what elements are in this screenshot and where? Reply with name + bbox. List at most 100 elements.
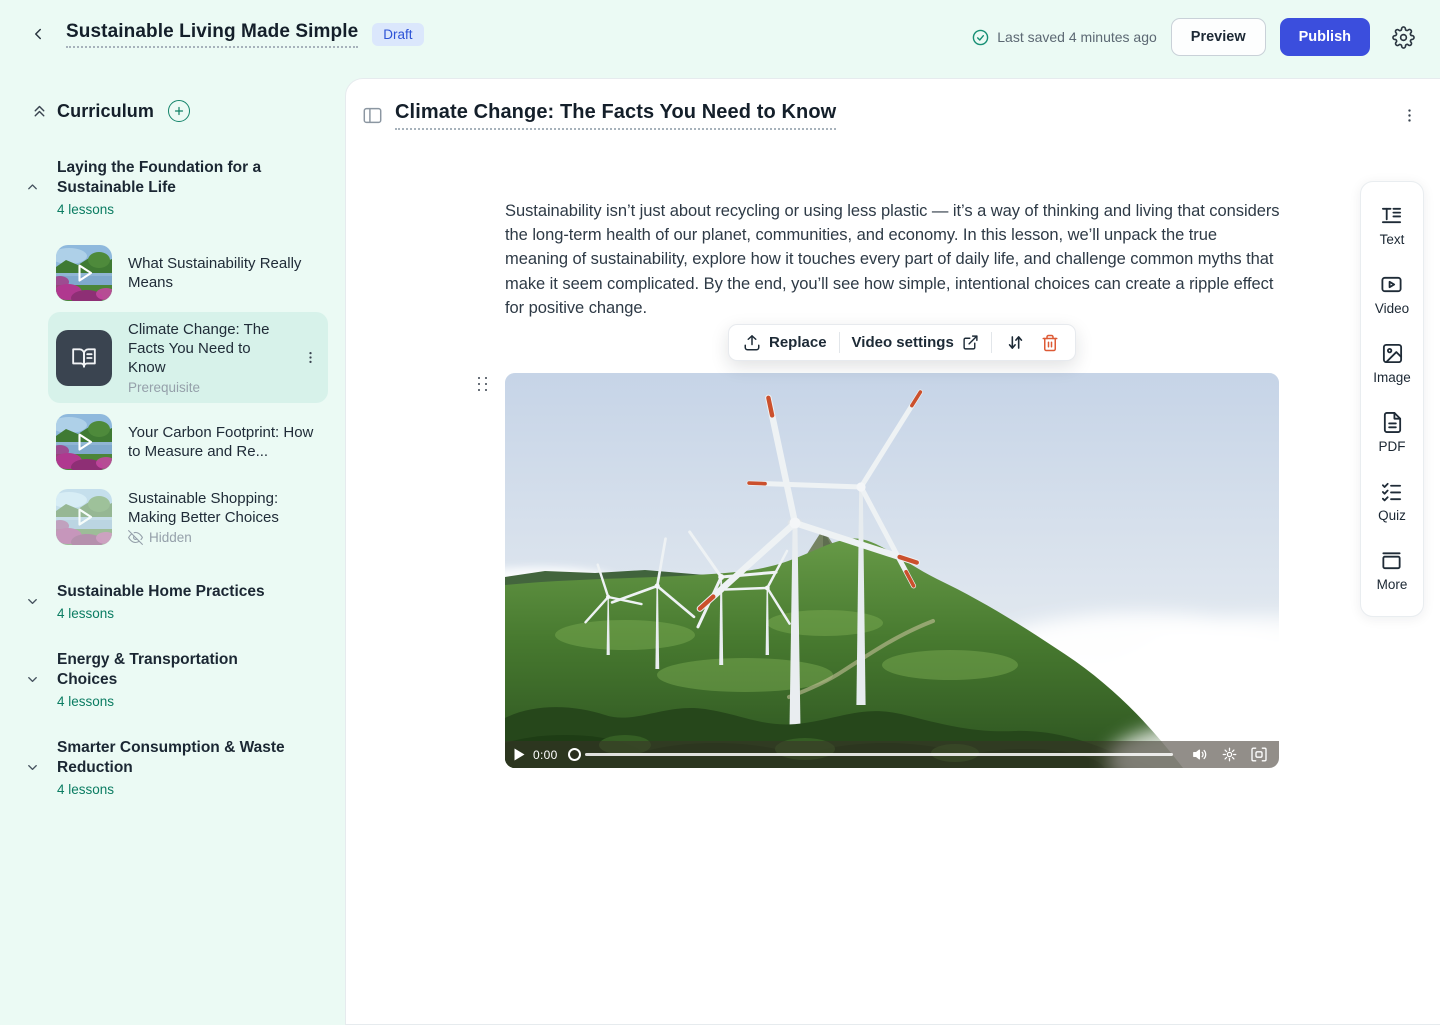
plus-icon	[173, 105, 185, 117]
wind-farm-video-frame	[505, 373, 1279, 768]
lessons-count: 4 lessons	[57, 782, 292, 797]
add-pdf-block[interactable]: PDF	[1379, 411, 1406, 454]
palette-label: Quiz	[1378, 508, 1406, 523]
volume-button[interactable]	[1189, 747, 1211, 762]
chevron-down-icon	[25, 760, 41, 775]
video-thumbnail-hidden	[56, 489, 112, 545]
section-meta: Sustainable Home Practices 4 lessons	[57, 582, 265, 621]
section-home-practices: Sustainable Home Practices 4 lessons	[0, 582, 344, 621]
section-smarter-consumption: Smarter Consumption & Waste Reduction 4 …	[0, 738, 344, 797]
player-gear-icon	[1222, 747, 1237, 762]
hidden-label: Hidden	[149, 530, 192, 545]
swap-arrows-icon	[1006, 333, 1025, 352]
add-image-block[interactable]: Image	[1373, 342, 1411, 385]
lesson-title: What Sustainability Really Means	[128, 254, 320, 292]
palette-label: Text	[1380, 232, 1405, 247]
lesson-options-button[interactable]	[1399, 105, 1420, 126]
toolbar-divider	[839, 332, 840, 353]
status-badge: Draft	[372, 23, 423, 46]
section-header[interactable]: Laying the Foundation for a Sustainable …	[25, 158, 344, 217]
quiz-icon	[1380, 480, 1403, 503]
lesson-info: Sustainable Shopping: Making Better Choi…	[128, 489, 320, 545]
course-title[interactable]: Sustainable Living Made Simple	[66, 21, 358, 48]
add-section-button[interactable]	[168, 100, 190, 122]
play-icon	[56, 414, 112, 470]
fullscreen-button[interactable]	[1248, 747, 1270, 762]
section-header[interactable]: Smarter Consumption & Waste Reduction 4 …	[25, 738, 344, 797]
fullscreen-icon	[1251, 747, 1267, 762]
open-book-icon	[71, 345, 97, 371]
lesson-body-text[interactable]: Sustainability isn’t just about recyclin…	[505, 199, 1283, 320]
replace-video-button[interactable]: Replace	[743, 334, 827, 352]
lesson-item-climate-change[interactable]: Climate Change: The Facts You Need to Kn…	[48, 312, 328, 403]
toolbar-divider	[991, 332, 992, 353]
add-quiz-block[interactable]: Quiz	[1378, 480, 1406, 523]
video-thumbnail	[56, 414, 112, 470]
lesson-item-carbon-footprint[interactable]: Your Carbon Footprint: How to Measure an…	[48, 406, 328, 478]
section-foundation: Laying the Foundation for a Sustainable …	[0, 158, 344, 553]
lesson-menu-button[interactable]	[301, 348, 320, 367]
lesson-badge-hidden: Hidden	[128, 530, 320, 545]
play-icon	[56, 245, 112, 301]
add-video-block[interactable]: Video	[1375, 273, 1409, 316]
lesson-header: Climate Change: The Facts You Need to Kn…	[363, 101, 1420, 130]
section-title: Laying the Foundation for a Sustainable …	[57, 158, 292, 198]
lesson-video[interactable]: 0:00	[505, 373, 1279, 768]
block-palette: Text Video Image PDF Quiz	[1360, 181, 1424, 617]
block-drag-handle[interactable]	[477, 376, 491, 396]
double-chevron-up-icon	[31, 103, 48, 120]
move-block-button[interactable]	[1004, 331, 1027, 354]
player-settings-button[interactable]	[1219, 747, 1240, 762]
volume-icon	[1192, 747, 1208, 762]
lesson-title-editable[interactable]: Climate Change: The Facts You Need to Kn…	[395, 101, 836, 130]
current-time: 0:00	[533, 748, 558, 762]
course-editor-screen: Sustainable Living Made Simple Draft Las…	[0, 0, 1440, 1024]
add-text-block[interactable]: Text	[1380, 204, 1405, 247]
video-icon	[1380, 273, 1403, 296]
lessons-count: 4 lessons	[57, 606, 265, 621]
lessons-count: 4 lessons	[57, 694, 292, 709]
section-header[interactable]: Energy & Transportation Choices 4 lesson…	[25, 650, 344, 709]
section-energy-transportation: Energy & Transportation Choices 4 lesson…	[0, 650, 344, 709]
top-bar-right: Last saved 4 minutes ago Preview Publish	[972, 18, 1416, 56]
back-button[interactable]	[24, 20, 52, 48]
delete-block-button[interactable]	[1039, 332, 1061, 354]
trash-icon	[1041, 334, 1059, 352]
video-settings-button[interactable]: Video settings	[852, 334, 979, 351]
lesson-item-sustainable-shopping[interactable]: Sustainable Shopping: Making Better Choi…	[48, 481, 328, 553]
sidebar-toggle-button[interactable]	[363, 107, 382, 124]
back-chevron-icon	[29, 25, 47, 43]
play-button[interactable]	[514, 748, 525, 761]
text-icon	[1380, 204, 1403, 227]
palette-label: PDF	[1379, 439, 1406, 454]
section-list: Laying the Foundation for a Sustainable …	[0, 158, 344, 797]
more-icon	[1380, 549, 1403, 572]
panel-layout-icon	[363, 107, 382, 124]
check-circle-icon	[972, 29, 989, 46]
upload-icon	[743, 334, 761, 352]
seek-scrubber[interactable]	[568, 748, 581, 761]
collapse-all-button[interactable]	[30, 102, 48, 120]
lesson-list: What Sustainability Really Means Climate…	[48, 237, 328, 553]
preview-button[interactable]: Preview	[1171, 18, 1266, 56]
lesson-item-what-sustainability-means[interactable]: What Sustainability Really Means	[48, 237, 328, 309]
publish-button[interactable]: Publish	[1280, 18, 1370, 56]
top-bar-left: Sustainable Living Made Simple Draft	[24, 20, 424, 48]
external-link-icon	[962, 334, 979, 351]
more-blocks[interactable]: More	[1377, 549, 1408, 592]
palette-label: Image	[1373, 370, 1411, 385]
kebab-icon	[1401, 107, 1418, 124]
seek-track[interactable]	[585, 753, 1173, 756]
settings-button[interactable]	[1390, 24, 1416, 50]
eye-off-icon	[128, 530, 143, 545]
reading-lesson-tile	[56, 330, 112, 386]
palette-label: Video	[1375, 301, 1409, 316]
lesson-info: Climate Change: The Facts You Need to Kn…	[128, 320, 285, 395]
section-meta: Energy & Transportation Choices 4 lesson…	[57, 650, 292, 709]
kebab-icon	[303, 350, 318, 365]
pdf-icon	[1381, 411, 1404, 434]
section-header[interactable]: Sustainable Home Practices 4 lessons	[25, 582, 344, 621]
curriculum-title: Curriculum	[57, 101, 154, 122]
section-title: Energy & Transportation Choices	[57, 650, 292, 690]
save-status: Last saved 4 minutes ago	[972, 29, 1157, 46]
